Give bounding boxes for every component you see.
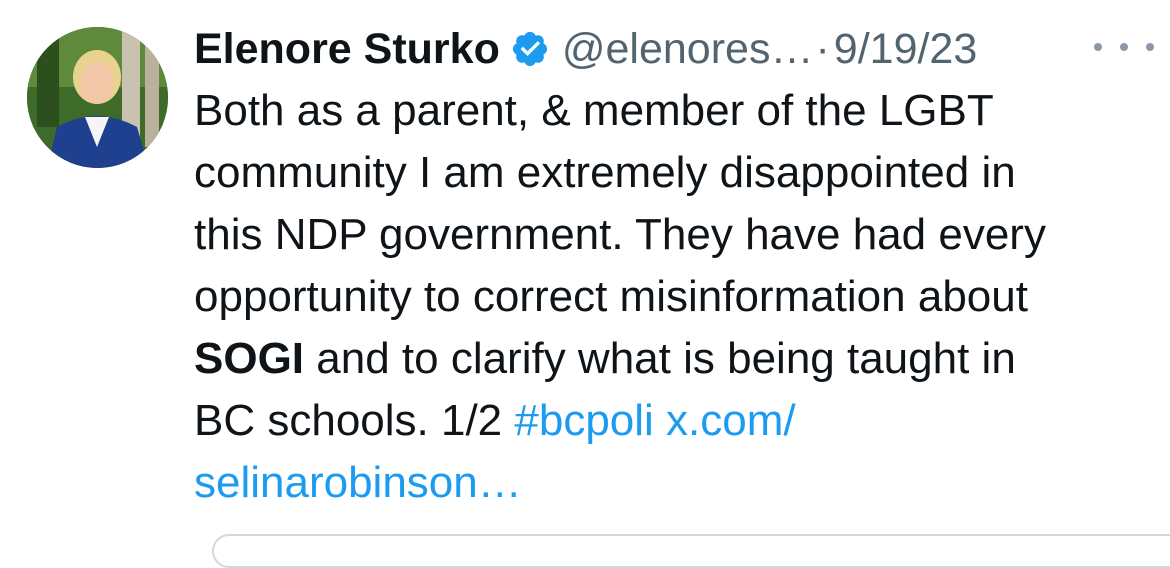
tweet-text: Both as a parent, & member of the LGBT c… xyxy=(194,80,1154,514)
tweet-text-line: opportunity to correct misinformation ab… xyxy=(194,272,1028,321)
avatar-photo xyxy=(27,27,168,168)
hashtag-link[interactable]: #bcpoli xyxy=(514,396,653,445)
verified-badge-icon[interactable] xyxy=(510,29,550,69)
tweet-text-line: BC schools. 1/2 #bcpoli x.com/ xyxy=(194,390,1154,452)
tweet-text-fragment: and to clarify what is being taught in xyxy=(304,334,1016,383)
author-handle[interactable]: @elenores… xyxy=(562,18,814,80)
tweet-text-fragment: BC schools. 1/2 xyxy=(194,396,515,445)
header-separator: · xyxy=(815,25,830,73)
author-name[interactable]: Elenore Sturko xyxy=(194,18,500,80)
tweet-header: Elenore Sturko @elenores… · 9/19/23 xyxy=(194,18,1154,80)
url-link-start[interactable]: x.com/ xyxy=(654,396,796,445)
tweet-text-line: SOGI and to clarify what is being taught… xyxy=(194,328,1154,390)
tweet-content: Elenore Sturko @elenores… · 9/19/23 Both… xyxy=(194,18,1154,514)
url-link-end[interactable]: selinarobinson… xyxy=(194,452,1154,514)
tweet[interactable]: Elenore Sturko @elenores… · 9/19/23 Both… xyxy=(0,0,1170,568)
tweet-text-line: Both as a parent, & member of the LGBT xyxy=(194,86,994,135)
tweet-text-line: this NDP government. They have had every xyxy=(194,210,1046,259)
more-dot xyxy=(1094,43,1102,51)
more-dot xyxy=(1146,43,1154,51)
author-avatar[interactable] xyxy=(27,27,168,168)
bold-term: SOGI xyxy=(194,334,305,383)
more-horizontal-icon[interactable] xyxy=(1094,32,1154,62)
tweet-text-line: community I am extremely disappointed in xyxy=(194,148,1016,197)
tweet-date[interactable]: 9/19/23 xyxy=(834,18,977,80)
more-dot xyxy=(1120,43,1128,51)
quoted-card-edge[interactable] xyxy=(212,534,1170,568)
